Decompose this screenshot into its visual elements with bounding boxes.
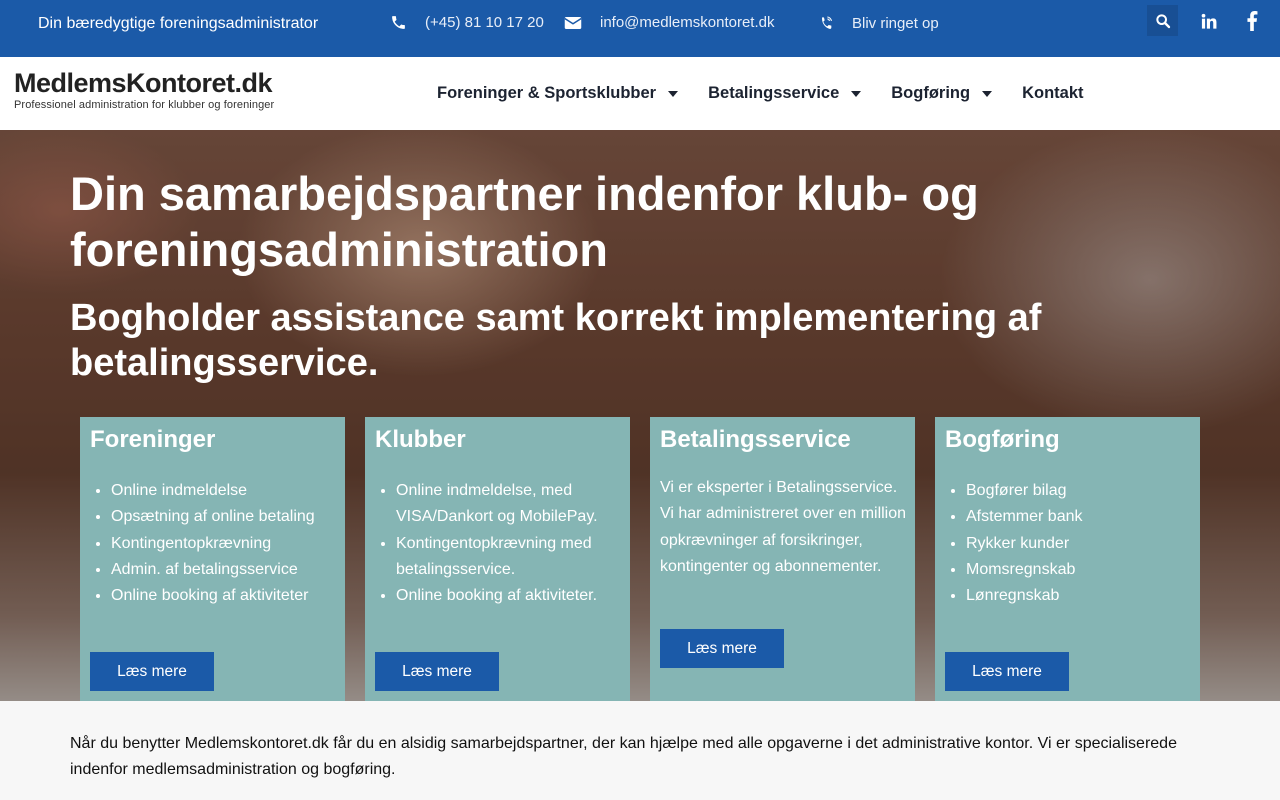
top-bar: Din bæredygtige foreningsadministrator (…: [0, 0, 1280, 57]
hero-title: Din samarbejdspartner indenfor klub- og …: [70, 167, 979, 276]
callback-link[interactable]: Bliv ringet op: [818, 14, 939, 32]
read-more-button[interactable]: Læs mere: [660, 629, 784, 668]
facebook-icon: [1247, 11, 1258, 31]
nav-item-kontakt[interactable]: Kontakt: [1022, 84, 1083, 103]
nav-label: Kontakt: [1022, 84, 1084, 102]
phone-icon: [392, 16, 405, 29]
site-header: MedlemsKontoret.dk Professionel administ…: [0, 57, 1280, 130]
list-item: Opsætning af online betaling: [111, 504, 336, 530]
list-item: Admin. af betalingsservice: [111, 557, 336, 583]
list-item: Rykker kunder: [966, 531, 1191, 557]
card-betalingsservice: Betalingsservice Vi er eksperter i Betal…: [650, 417, 915, 701]
logo-subtitle: Professionel administration for klubber …: [14, 99, 275, 111]
nav-label: Bogføring: [891, 84, 971, 102]
card-list: Online indmeldelse, med VISA/Dankort og …: [396, 478, 621, 609]
linkedin-link[interactable]: [1199, 10, 1219, 32]
list-item: Afstemmer bank: [966, 504, 1191, 530]
phone-number: (+45) 81 10 17 20: [425, 14, 544, 31]
card-title: Foreninger: [90, 426, 216, 453]
phone-link[interactable]: (+45) 81 10 17 20: [390, 14, 544, 31]
list-item: Bogfører bilag: [966, 478, 1191, 504]
card-bogforing: Bogføring Bogfører bilag Afstemmer bank …: [935, 417, 1200, 701]
list-item: Online booking af aktiviteter: [111, 583, 336, 609]
email-address: info@medlemskontoret.dk: [600, 14, 775, 31]
read-more-button[interactable]: Læs mere: [945, 652, 1069, 691]
nav-label: Foreninger & Sportsklubber: [437, 84, 657, 102]
tagline: Din bæredygtige foreningsadministrator: [38, 15, 319, 32]
nav-item-bogforing[interactable]: Bogføring: [891, 84, 993, 103]
caret-down-icon: [851, 90, 862, 97]
site-logo[interactable]: MedlemsKontoret.dk Professionel administ…: [14, 69, 274, 111]
linkedin-icon: [1201, 13, 1217, 29]
email-link[interactable]: info@medlemskontoret.dk: [564, 14, 774, 31]
intro-paragraph: Når du benytter Medlemskontoret.dk får d…: [70, 735, 1177, 778]
card-title: Klubber: [375, 426, 466, 453]
main-nav: Foreninger & Sportsklubber Betalingsserv…: [437, 57, 1114, 130]
caret-down-icon: [668, 90, 679, 97]
list-item: Kontingentopkrævning med betalingsservic…: [396, 531, 621, 584]
facebook-link[interactable]: [1242, 10, 1262, 32]
card-text: Vi er eksperter i Betalingsservice. Vi h…: [660, 479, 907, 575]
list-item: Lønregnskab: [966, 583, 1191, 609]
envelope-icon: [564, 16, 582, 29]
hero-subtitle: Bogholder assistance samt korrekt implem…: [70, 297, 1042, 384]
hero-section: Din samarbejdspartner indenfor klub- og …: [0, 130, 1280, 701]
nav-item-betalingsservice[interactable]: Betalingsservice: [708, 84, 862, 103]
search-button[interactable]: [1147, 5, 1178, 36]
search-icon: [1155, 13, 1170, 28]
card-list: Bogfører bilag Afstemmer bank Rykker kun…: [966, 478, 1191, 609]
card-title: Betalingsservice: [660, 426, 851, 453]
card-list: Online indmeldelse Opsætning af online b…: [111, 478, 336, 609]
read-more-button[interactable]: Læs mere: [90, 652, 214, 691]
list-item: Online indmeldelse, med VISA/Dankort og …: [396, 478, 621, 531]
list-item: Kontingentopkrævning: [111, 531, 336, 557]
card-title: Bogføring: [945, 426, 1060, 453]
phone-volume-icon: [822, 16, 832, 29]
read-more-button[interactable]: Læs mere: [375, 652, 499, 691]
list-item: Momsregnskab: [966, 557, 1191, 583]
card-klubber: Klubber Online indmeldelse, med VISA/Dan…: [365, 417, 630, 701]
card-foreninger: Foreninger Online indmeldelse Opsætning …: [80, 417, 345, 701]
list-item: Online indmeldelse: [111, 478, 336, 504]
caret-down-icon: [982, 90, 993, 97]
nav-label: Betalingsservice: [708, 84, 840, 102]
callback-label: Bliv ringet op: [852, 14, 939, 32]
logo-title: MedlemsKontoret.dk: [14, 68, 273, 98]
list-item: Online booking af aktiviteter.: [396, 583, 621, 609]
nav-item-foreninger[interactable]: Foreninger & Sportsklubber: [437, 84, 679, 103]
